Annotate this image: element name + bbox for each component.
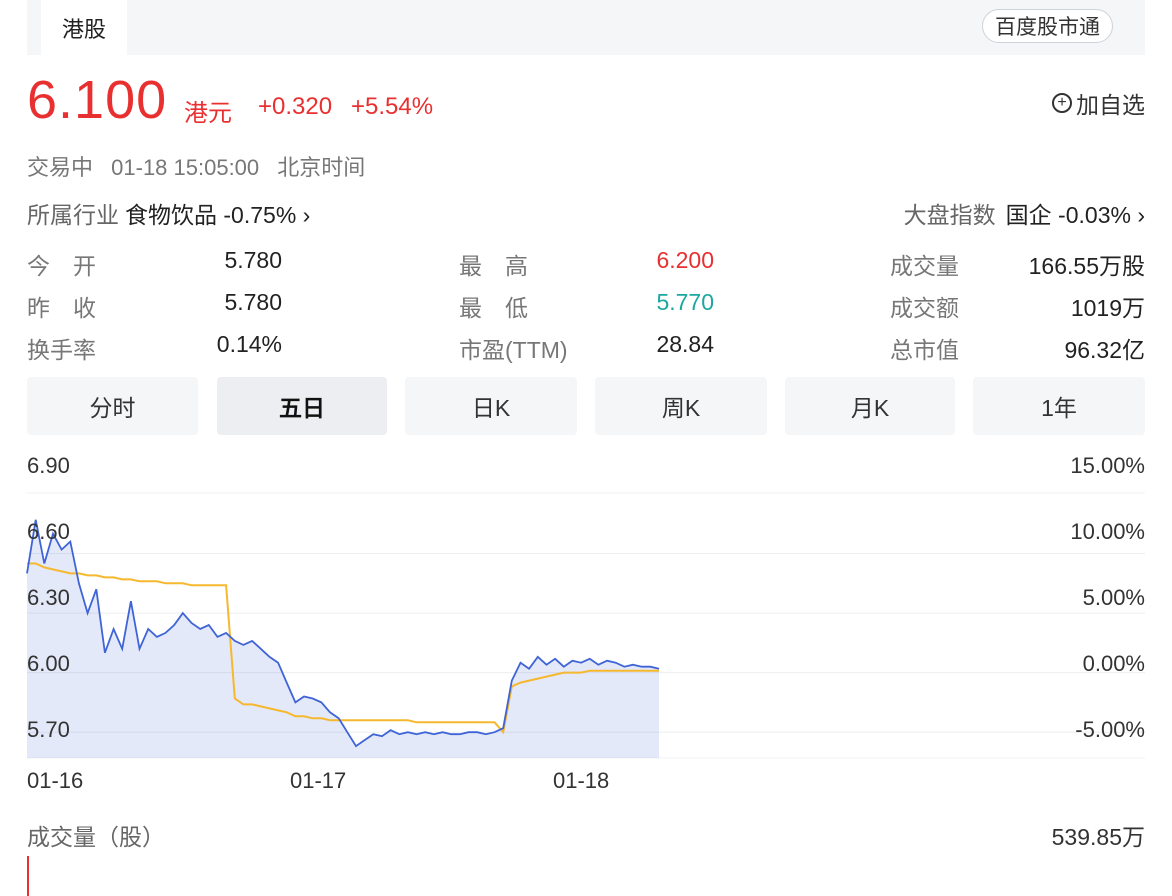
volume-chart-max: 539.85万 [1051, 824, 1145, 850]
y-tick-left: 6.00 [27, 651, 70, 676]
volume-chart-title: 成交量（股） [27, 824, 165, 850]
price-area-fill [27, 519, 659, 758]
y-tick-left: 5.70 [27, 717, 70, 742]
y-tick-right: 5.00% [1082, 585, 1145, 610]
x-tick-label: 01-17 [290, 768, 347, 793]
x-tick-label: 01-16 [27, 768, 84, 793]
x-tick-label: 01-18 [553, 768, 610, 793]
y-tick-right: -5.00% [1075, 717, 1145, 742]
y-tick-right: 0.00% [1082, 651, 1145, 676]
y-tick-left: 6.30 [27, 585, 70, 610]
five-day-price-chart[interactable] [0, 0, 1172, 896]
y-tick-right: 10.00% [1070, 519, 1145, 544]
y-tick-left: 6.60 [27, 519, 70, 544]
y-tick-right: 15.00% [1070, 453, 1145, 478]
volume-bar [27, 856, 29, 896]
y-tick-left: 6.90 [27, 453, 70, 478]
